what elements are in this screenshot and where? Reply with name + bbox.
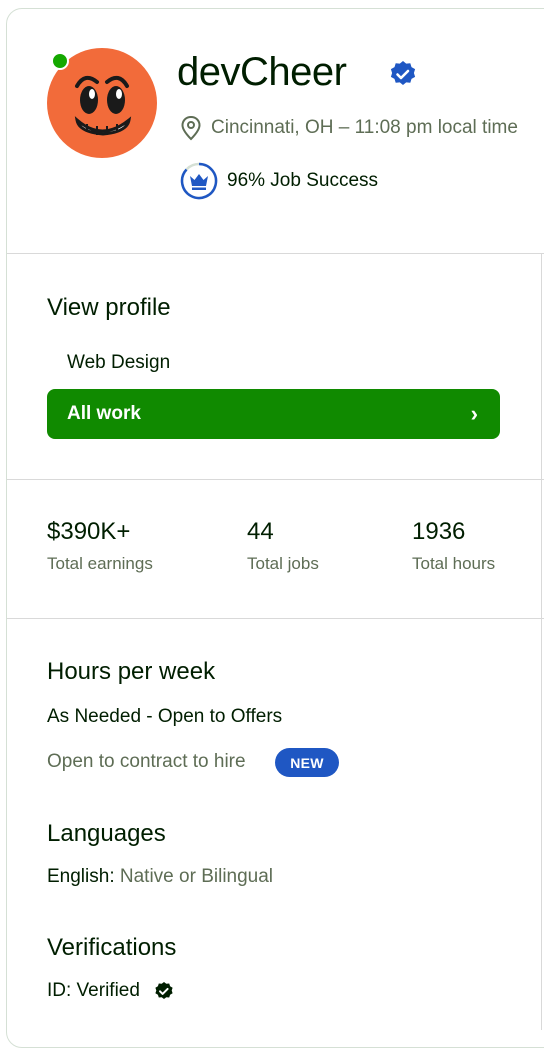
all-work-button[interactable]: All work › xyxy=(47,389,500,439)
stat-value: $390K+ xyxy=(47,518,131,545)
view-profile-title: View profile xyxy=(47,294,171,321)
check-circle-icon xyxy=(155,982,173,999)
stat-total-earnings: $390K+ Total earnings xyxy=(47,518,153,574)
freelancer-name: devCheer xyxy=(177,50,347,94)
location-text: Cincinnati, OH – 11:08 pm local time xyxy=(211,117,518,138)
job-success-row[interactable]: 96% Job Success xyxy=(180,162,378,200)
hours-per-week-title: Hours per week xyxy=(47,658,216,685)
job-success-text: 96% Job Success xyxy=(227,170,379,191)
all-work-label: All work xyxy=(67,403,141,424)
section-divider xyxy=(7,618,544,619)
online-status-dot xyxy=(51,52,69,70)
stat-label: Total earnings xyxy=(47,554,153,573)
language-row: English: Native or Bilingual xyxy=(47,866,273,888)
chevron-right-icon: › xyxy=(470,401,478,426)
stat-total-jobs: 44 Total jobs xyxy=(247,518,319,574)
language-name: English: xyxy=(47,866,115,887)
specialty-web-design[interactable]: Web Design xyxy=(67,352,170,374)
section-divider xyxy=(7,253,544,254)
hours-value: As Needed - Open to Offers xyxy=(47,706,283,727)
languages-title: Languages xyxy=(47,820,166,847)
language-level: Native or Bilingual xyxy=(119,866,274,887)
section-divider xyxy=(7,479,544,480)
stat-label: Total jobs xyxy=(247,554,319,573)
verification-row: ID: Verified xyxy=(47,980,174,1002)
verifications-title: Verifications xyxy=(47,934,177,961)
crown-badge-icon xyxy=(180,162,218,200)
contract-to-hire-text: Open to contract to hire xyxy=(47,751,246,772)
location-row: Cincinnati, OH – 11:08 pm local time xyxy=(180,115,518,141)
card-right-divider xyxy=(541,253,542,1030)
stat-value: 1936 xyxy=(412,518,466,545)
stat-value: 44 xyxy=(247,518,274,545)
stat-total-hours: 1936 Total hours xyxy=(412,518,495,574)
stat-label: Total hours xyxy=(412,554,496,573)
id-verified-text: ID: Verified xyxy=(47,980,140,1001)
new-badge: NEW xyxy=(275,748,339,777)
location-pin-icon xyxy=(181,115,201,141)
verified-badge-icon xyxy=(390,61,416,85)
